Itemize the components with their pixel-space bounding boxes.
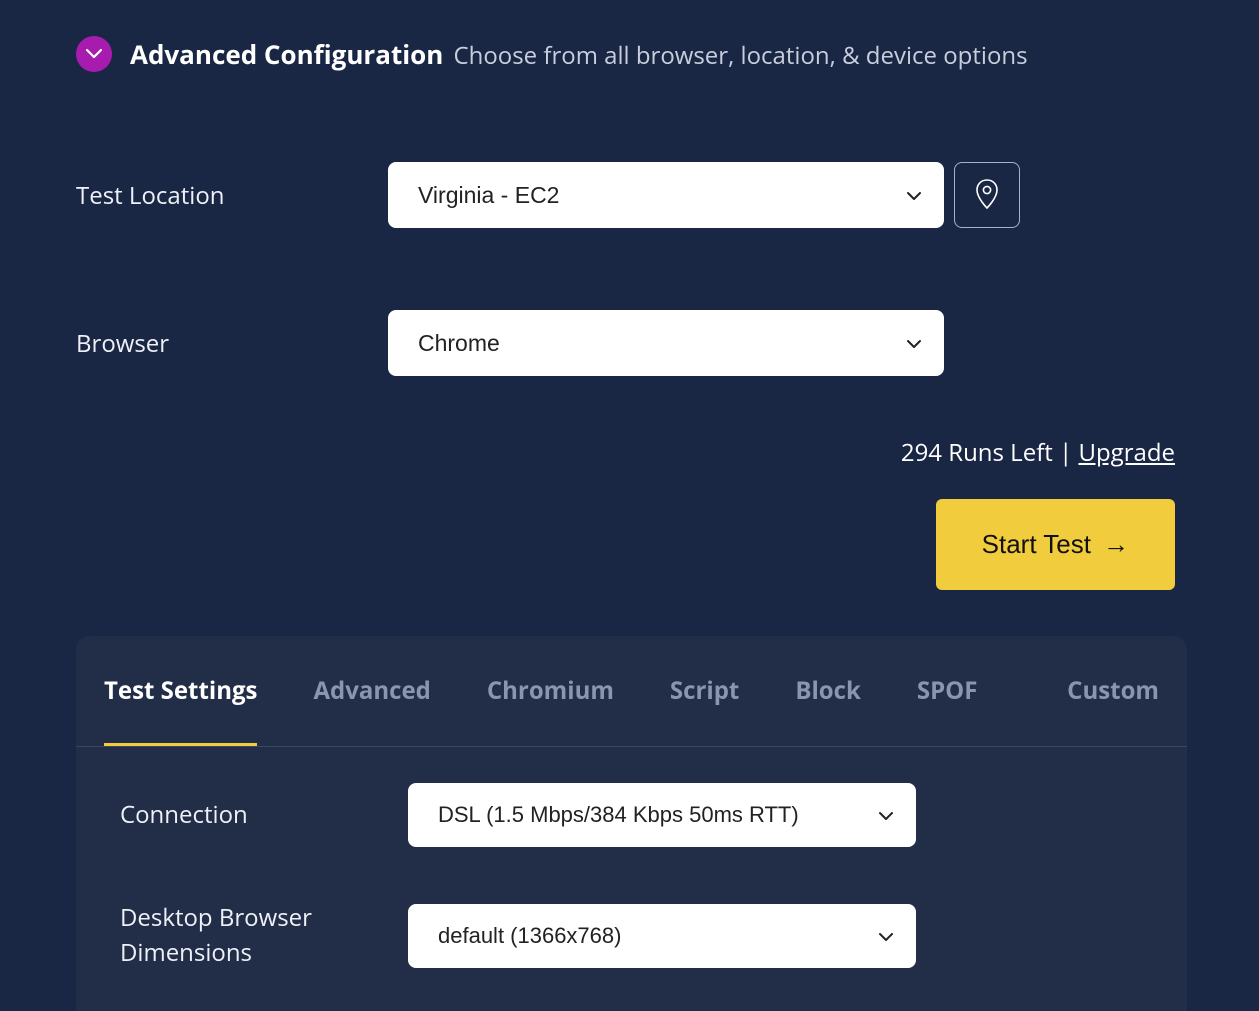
advanced-config-header: Advanced Configuration Choose from all b… bbox=[76, 36, 1187, 72]
tab-spof[interactable]: SPOF bbox=[917, 636, 978, 746]
start-test-label: Start Test bbox=[982, 529, 1091, 560]
browser-row: Browser Chrome bbox=[76, 310, 1187, 376]
tab-script[interactable]: Script bbox=[670, 636, 739, 746]
settings-panel-body: Connection DSL (1.5 Mbps/384 Kbps 50ms R… bbox=[76, 747, 1187, 1011]
test-location-label: Test Location bbox=[76, 179, 388, 212]
tab-custom[interactable]: Custom bbox=[1067, 636, 1159, 746]
browser-label: Browser bbox=[76, 327, 388, 360]
runs-left: 294 Runs Left | Upgrade bbox=[901, 436, 1175, 469]
chevron-down-icon bbox=[86, 49, 102, 59]
tab-advanced[interactable]: Advanced bbox=[313, 636, 430, 746]
dimensions-select[interactable]: default (1366x768) bbox=[408, 904, 916, 968]
tab-test-settings[interactable]: Test Settings bbox=[104, 636, 257, 746]
test-location-value: Virginia - EC2 bbox=[418, 182, 559, 209]
dimensions-label: Desktop Browser Dimensions bbox=[120, 901, 408, 971]
runs-left-count: 294 Runs Left bbox=[901, 436, 1053, 469]
tab-block[interactable]: Block bbox=[795, 636, 861, 746]
test-location-row: Test Location Virginia - EC2 bbox=[76, 162, 1187, 228]
advanced-config-toggle[interactable] bbox=[76, 36, 112, 72]
test-location-select[interactable]: Virginia - EC2 bbox=[388, 162, 944, 228]
browser-value: Chrome bbox=[418, 330, 500, 357]
upgrade-link[interactable]: Upgrade bbox=[1078, 436, 1175, 469]
settings-tabs: Test Settings Advanced Chromium Script B… bbox=[76, 636, 1187, 747]
tab-chromium[interactable]: Chromium bbox=[487, 636, 614, 746]
connection-select-wrap: DSL (1.5 Mbps/384 Kbps 50ms RTT) bbox=[408, 783, 916, 847]
map-pin-icon bbox=[975, 179, 999, 212]
dimensions-select-wrap: default (1366x768) bbox=[408, 904, 916, 968]
connection-row: Connection DSL (1.5 Mbps/384 Kbps 50ms R… bbox=[120, 783, 1159, 847]
dimensions-row: Desktop Browser Dimensions default (1366… bbox=[120, 901, 1159, 971]
advanced-config-title: Advanced Configuration bbox=[130, 36, 443, 72]
location-pin-button[interactable] bbox=[954, 162, 1020, 228]
browser-select[interactable]: Chrome bbox=[388, 310, 944, 376]
arrow-right-icon: → bbox=[1103, 529, 1129, 560]
test-location-select-wrap: Virginia - EC2 bbox=[388, 162, 944, 228]
browser-select-wrap: Chrome bbox=[388, 310, 944, 376]
connection-value: DSL (1.5 Mbps/384 Kbps 50ms RTT) bbox=[438, 802, 799, 828]
connection-label: Connection bbox=[120, 798, 408, 833]
connection-select[interactable]: DSL (1.5 Mbps/384 Kbps 50ms RTT) bbox=[408, 783, 916, 847]
runs-left-separator: | bbox=[1053, 436, 1079, 469]
dimensions-value: default (1366x768) bbox=[438, 923, 621, 949]
start-test-button[interactable]: Start Test → bbox=[936, 499, 1175, 590]
advanced-config-subtitle: Choose from all browser, location, & dev… bbox=[454, 39, 1028, 72]
advanced-config-heading: Advanced Configuration Choose from all b… bbox=[130, 36, 1028, 72]
settings-panel: Test Settings Advanced Chromium Script B… bbox=[76, 636, 1187, 1011]
